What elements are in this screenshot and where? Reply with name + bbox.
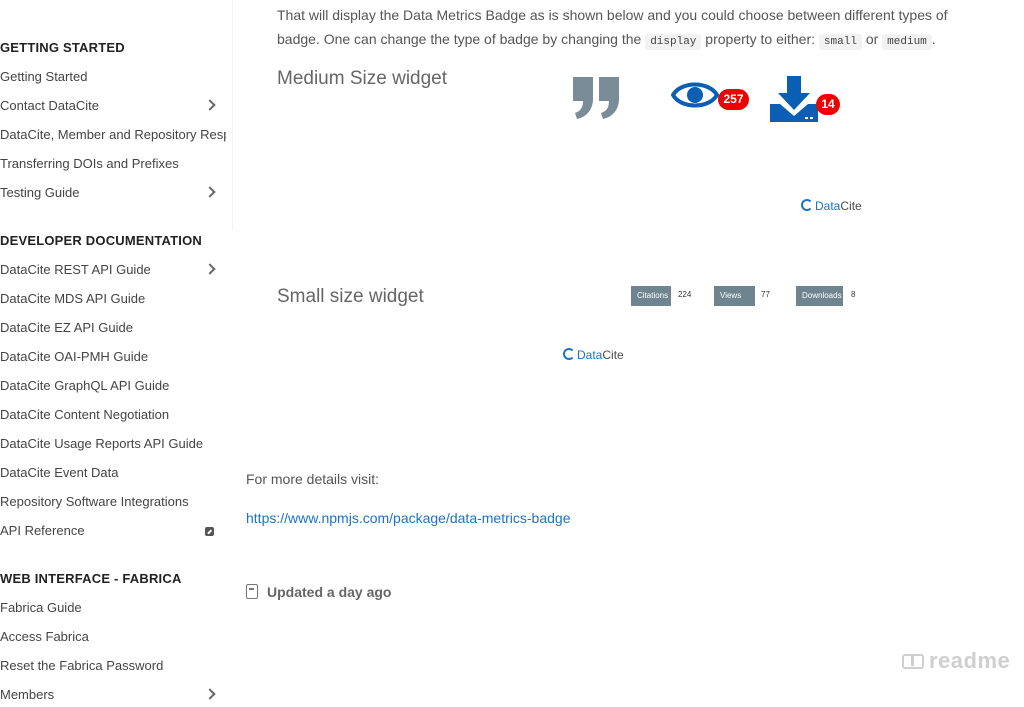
sidebar-item-reset-password[interactable]: Reset the Fabrica Password [0,654,226,678]
download-icon [770,76,818,122]
npm-package-link[interactable]: https://www.npmjs.com/package/data-metri… [246,510,570,526]
sidebar-item-members[interactable]: Members [0,683,226,707]
sidebar-item-label: DataCite OAI-PMH Guide [0,349,149,364]
sidebar-item-label: Testing Guide [0,185,80,200]
chevron-right-icon[interactable] [204,263,216,275]
code-small: small [818,34,862,50]
quote-icon [573,77,619,119]
sidebar-item-label: Contact DataCite [0,98,99,113]
sidebar-item-api-reference[interactable]: API Reference [0,519,226,543]
chevron-right-icon[interactable] [204,688,216,700]
code-medium: medium [882,34,932,50]
citations-count: 224 [678,290,692,299]
intro-text: badge. One can change the type of badge … [277,31,642,47]
sidebar-item-testing-guide[interactable]: Testing Guide [0,181,226,205]
code-display: display [645,34,702,50]
section-title-developer-documentation: DEVELOPER DOCUMENTATION [0,233,203,248]
intro-text: or [865,31,879,47]
sidebar-item-transferring-dois[interactable]: Transferring DOIs and Prefixes [0,152,226,176]
sidebar-item-label: DataCite, Member and Repository Responsi… [0,127,226,142]
readme-footer-logo[interactable]: readme [902,648,1010,674]
medium-widget-heading: Medium Size widget [277,68,448,89]
citations-badge: Citations [631,286,671,306]
sidebar-item-mds-api[interactable]: DataCite MDS API Guide [0,287,226,311]
sidebar-item-ez-api[interactable]: DataCite EZ API Guide [0,316,226,340]
sidebar-item-fabrica-guide[interactable]: Fabrica Guide [0,596,226,620]
sidebar-item-getting-started[interactable]: Getting Started [0,65,226,89]
sidebar-item-label: DataCite Usage Reports API Guide [0,436,204,451]
logo-text: Cite [840,199,862,213]
downloads-badge: Downloads [796,286,843,306]
footer-brand: readme [929,648,1011,673]
datacite-logo: DataCite [801,199,862,213]
section-title-web-interface: WEB INTERFACE - FABRICA [0,571,182,586]
sidebar-item-rest-api[interactable]: DataCite REST API Guide [0,258,226,282]
intro-paragraph: That will display the Data Metrics Badge… [277,3,997,54]
intro-text: That will display the Data Metrics Badge… [277,7,948,23]
sidebar-item-usage-reports[interactable]: DataCite Usage Reports API Guide [0,432,226,456]
sidebar-item-label: Members [0,687,55,702]
eye-icon [671,82,719,108]
logo-text: Cite [602,348,624,362]
views-badge: Views [714,286,755,306]
sidebar-item-label: DataCite Event Data [0,465,119,480]
views-count: 77 [761,290,770,299]
intro-text: . [931,31,936,47]
sidebar: GETTING STARTED Getting Started Contact … [0,0,232,707]
datacite-logo-icon [563,348,575,360]
sidebar-item-content-negotiation[interactable]: DataCite Content Negotiation [0,403,226,427]
sidebar-divider [232,0,233,230]
sidebar-item-label: Getting Started [0,69,88,84]
logo-text: Data [577,348,603,362]
sidebar-item-contact-datacite[interactable]: Contact DataCite [0,94,226,118]
external-link-icon [205,527,214,536]
downloads-count: 8 [851,290,856,299]
sidebar-item-label: Repository Software Integrations [0,494,189,509]
sidebar-item-label: Fabrica Guide [0,600,82,615]
sidebar-item-graphql-api[interactable]: DataCite GraphQL API Guide [0,374,226,398]
downloads-count-badge: 14 [816,94,840,115]
views-count-badge: 257 [718,89,749,110]
sidebar-item-label: Transferring DOIs and Prefixes [0,156,179,171]
datacite-logo: DataCite [563,348,624,362]
section-title-getting-started: GETTING STARTED [0,40,125,55]
sidebar-item-label: DataCite Content Negotiation [0,407,170,422]
sidebar-item-access-fabrica[interactable]: Access Fabrica [0,625,226,649]
sidebar-item-label: DataCite REST API Guide [0,262,151,277]
sidebar-item-event-data[interactable]: DataCite Event Data [0,461,226,485]
sidebar-item-repository-software[interactable]: Repository Software Integrations [0,490,226,514]
sidebar-item-label: Access Fabrica [0,629,89,644]
updated-timestamp: Updated a day ago [267,584,392,600]
sidebar-item-label: API Reference [0,523,85,538]
small-widget-heading: Small size widget [277,286,424,307]
sidebar-item-label: DataCite GraphQL API Guide [0,378,170,393]
sidebar-item-label: DataCite EZ API Guide [0,320,133,335]
sidebar-item-responsibilities[interactable]: DataCite, Member and Repository Responsi… [0,123,226,147]
intro-text: property to either: [705,31,816,47]
sidebar-item-oai-pmh[interactable]: DataCite OAI-PMH Guide [0,345,226,369]
document-icon [246,584,258,599]
datacite-logo-icon [801,199,813,211]
details-text: For more details visit: [246,471,380,487]
book-icon [902,654,924,669]
chevron-right-icon[interactable] [204,99,216,111]
sidebar-item-label: DataCite MDS API Guide [0,291,146,306]
sidebar-item-label: Reset the Fabrica Password [0,658,164,673]
logo-text: Data [815,199,841,213]
chevron-right-icon[interactable] [204,186,216,198]
